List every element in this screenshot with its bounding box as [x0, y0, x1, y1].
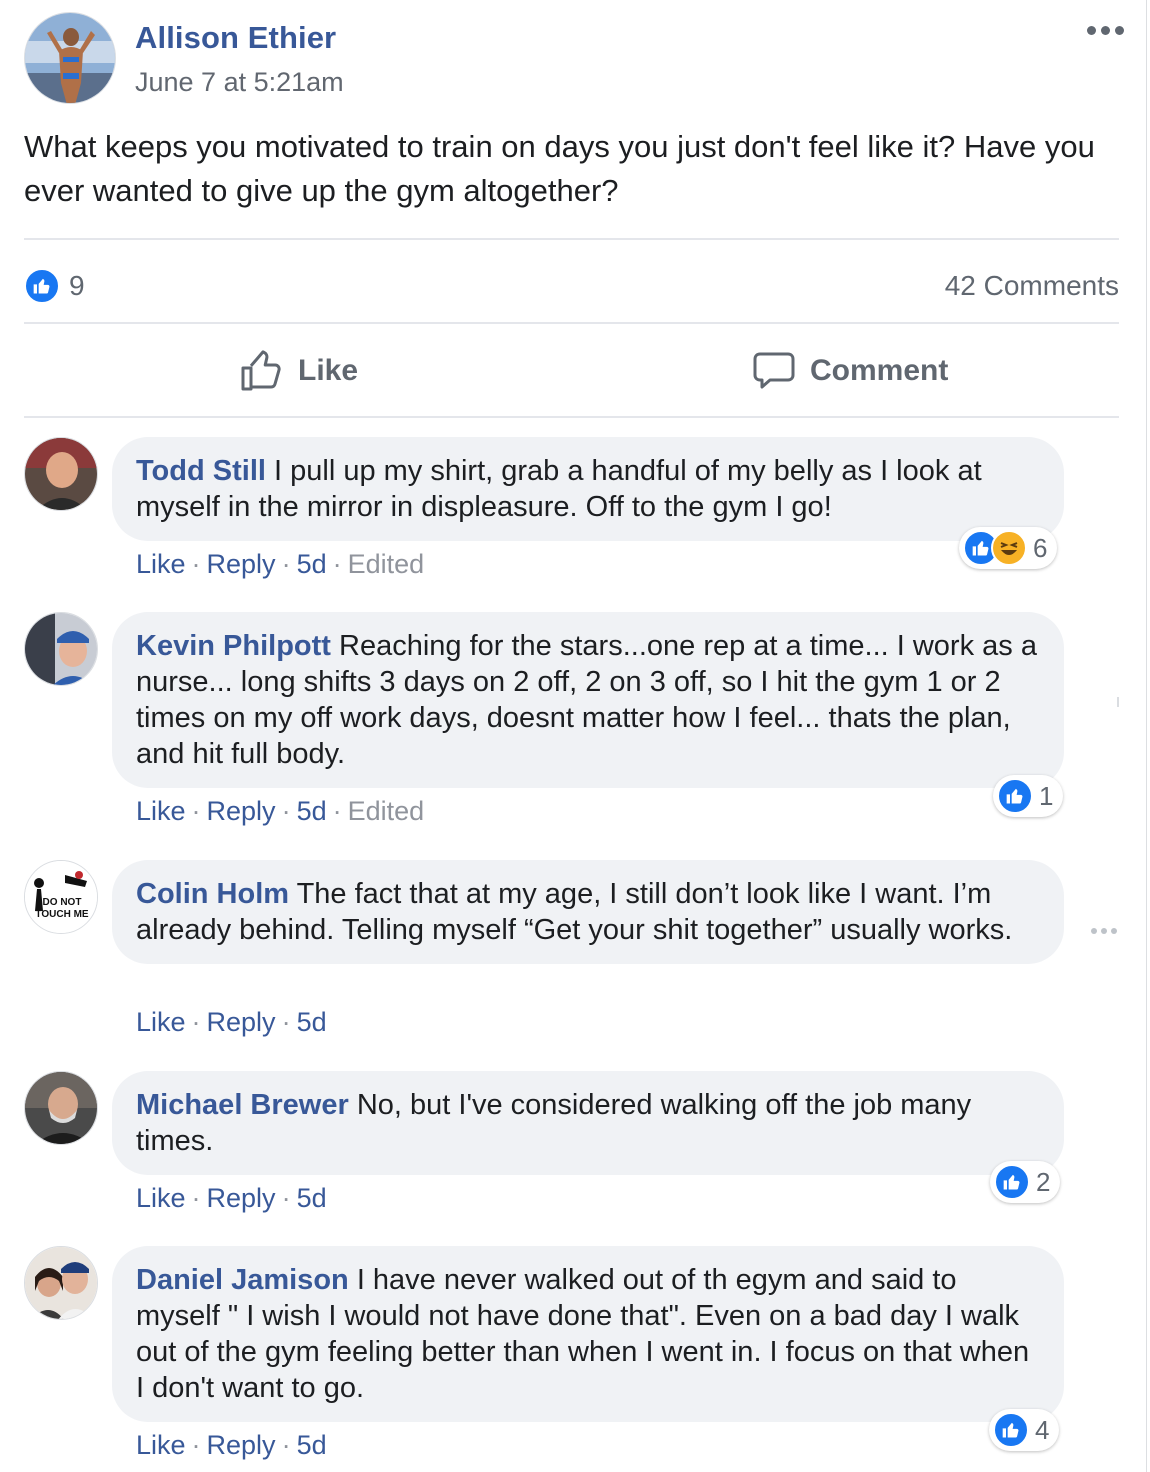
comment-bubble: Michael Brewer No, but I've considered w… [112, 1071, 1064, 1175]
commenter-avatar[interactable] [24, 612, 98, 686]
divider [24, 322, 1119, 324]
reaction-count: 2 [1036, 1166, 1051, 1197]
comment-reply-link[interactable]: Reply [207, 1430, 276, 1460]
comment-meta: Like · Reply · 5d · Edited [136, 549, 425, 579]
comment-bubble: Colin Holm The fact that at my age, I st… [112, 860, 1064, 964]
reaction-count: 1 [1039, 780, 1054, 811]
comment-time[interactable]: 5d [297, 1430, 327, 1460]
comment-bubble: Kevin Philpott Reaching for the stars...… [112, 612, 1064, 788]
comment-time[interactable]: 5d [297, 796, 327, 826]
svg-text:TOUCH ME: TOUCH ME [35, 909, 88, 920]
comment-item: Kevin Philpott Reaching for the stars...… [24, 612, 1124, 832]
comment-reactions[interactable]: 6 [959, 527, 1058, 569]
comment-button[interactable]: Comment [752, 340, 948, 402]
comment-bubble: Daniel Jamison I have never walked out o… [112, 1246, 1064, 1422]
divider [24, 238, 1119, 240]
more-options-icon[interactable] [1087, 22, 1129, 38]
comment-meta: Like · Reply · 5d [136, 1430, 327, 1460]
post-author-name[interactable]: Allison Ethier [135, 20, 336, 56]
commenter-name[interactable]: Colin Holm [136, 878, 289, 910]
comment-item: Todd Still I pull up my shirt, grab a ha… [24, 437, 1124, 587]
like-button-label: Like [298, 354, 359, 387]
commenter-name[interactable]: Daniel Jamison [136, 1264, 349, 1296]
comment-meta: Like · Reply · 5d [136, 1183, 327, 1213]
reaction-count: 4 [1035, 1414, 1050, 1445]
like-button[interactable]: Like [240, 340, 358, 402]
like-reaction-icon [997, 778, 1033, 814]
comment-reply-link[interactable]: Reply [207, 549, 276, 579]
comment-like-link[interactable]: Like [136, 796, 186, 826]
like-reaction-icon [993, 1412, 1029, 1448]
comment-time[interactable]: 5d [297, 1183, 327, 1213]
commenter-avatar[interactable] [24, 1246, 98, 1320]
reaction-count: 6 [1033, 532, 1048, 563]
comment-bubble-icon [753, 352, 795, 389]
like-reaction-icon [994, 1164, 1030, 1200]
commenter-avatar[interactable] [24, 1071, 98, 1145]
commenter-name[interactable]: Michael Brewer [136, 1089, 349, 1121]
comment-bubble: Todd Still I pull up my shirt, grab a ha… [112, 437, 1064, 541]
commenter-name[interactable]: Todd Still [136, 455, 266, 487]
comment-meta: Like · Reply · 5d [136, 1007, 327, 1037]
edited-label[interactable]: Edited [348, 549, 425, 579]
comment-reply-link[interactable]: Reply [207, 1007, 276, 1037]
like-count[interactable]: 9 [69, 270, 85, 302]
haha-reaction-icon [991, 530, 1027, 566]
commenter-avatar[interactable] [24, 437, 98, 511]
comment-reactions[interactable]: 4 [989, 1409, 1060, 1451]
comment-button-label: Comment [810, 354, 949, 387]
comment-time[interactable]: 5d [297, 1007, 327, 1037]
svg-text:DO NOT: DO NOT [43, 897, 82, 908]
comment-meta: Like · Reply · 5d · Edited [136, 796, 425, 826]
comment-reactions[interactable]: 2 [990, 1161, 1061, 1203]
comment-reply-link[interactable]: Reply [207, 796, 276, 826]
post-timestamp[interactable]: June 7 at 5:21am [135, 67, 344, 98]
comment-like-link[interactable]: Like [136, 1007, 186, 1037]
comment-item: DO NOT TOUCH ME Colin Holm The fact that… [24, 860, 1124, 1045]
edited-label[interactable]: Edited [348, 796, 425, 826]
comment-options-icon[interactable] [1091, 928, 1117, 934]
comment-item: Michael Brewer No, but I've considered w… [24, 1071, 1124, 1221]
divider [24, 416, 1119, 418]
author-avatar[interactable] [24, 12, 116, 104]
commenter-name[interactable]: Kevin Philpott [136, 630, 331, 662]
like-thumb-icon [241, 350, 281, 391]
panel-border [1146, 0, 1147, 1472]
like-reaction-icon[interactable] [24, 268, 60, 304]
comment-time[interactable]: 5d [297, 549, 327, 579]
post-text: What keeps you motivated to train on day… [24, 129, 1095, 208]
commenter-avatar[interactable]: DO NOT TOUCH ME [24, 860, 98, 934]
post-header: Allison Ethier June 7 at 5:21am [24, 12, 1134, 107]
comment-like-link[interactable]: Like [136, 549, 186, 579]
scroll-indicator [1117, 697, 1119, 707]
comment-item: Daniel Jamison I have never walked out o… [24, 1246, 1124, 1466]
comment-like-link[interactable]: Like [136, 1430, 186, 1460]
comments-count-link[interactable]: 42 Comments [945, 270, 1119, 302]
comment-reactions[interactable]: 1 [993, 775, 1064, 817]
comment-reply-link[interactable]: Reply [207, 1183, 276, 1213]
comment-like-link[interactable]: Like [136, 1183, 186, 1213]
